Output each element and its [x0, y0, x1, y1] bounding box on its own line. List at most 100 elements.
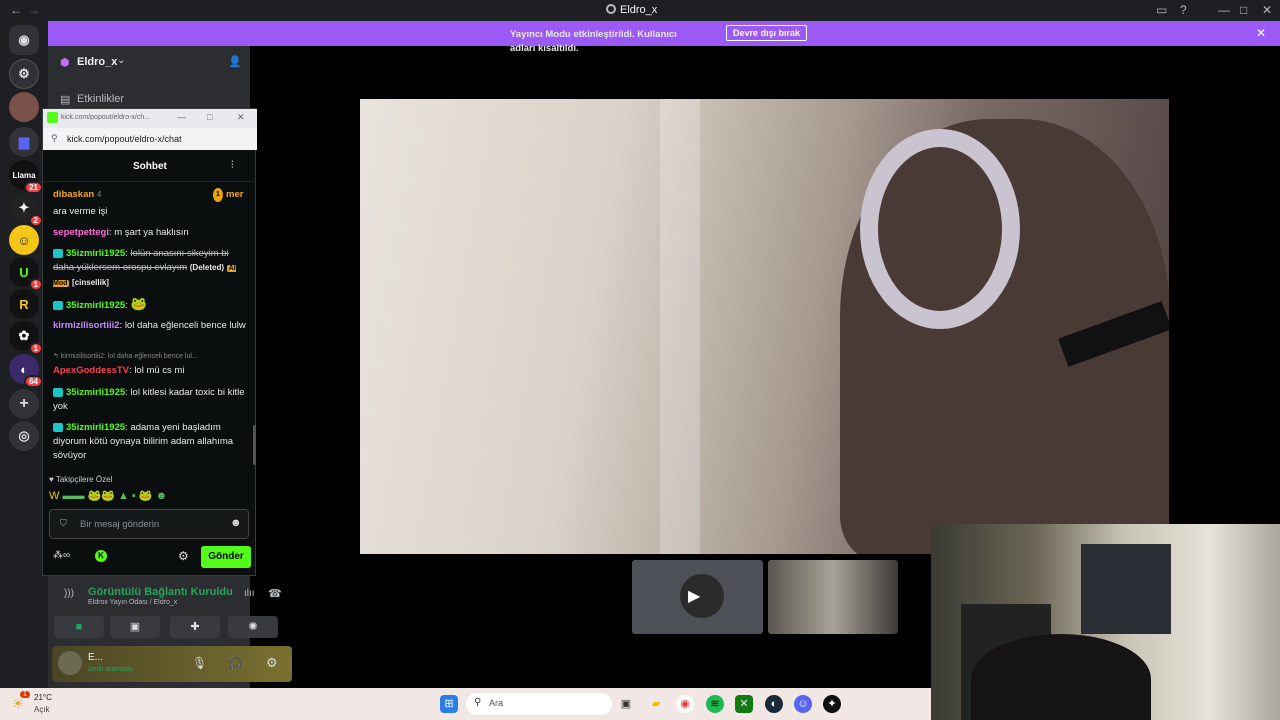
app-icon[interactable]: ✦ — [823, 695, 841, 713]
chrome-icon[interactable]: ◉ — [676, 695, 694, 713]
participant-tile-camera-off[interactable]: ▶ — [632, 560, 763, 634]
search-icon: ⚲ — [474, 697, 482, 708]
username[interactable]: E... — [88, 652, 103, 663]
voice-channel[interactable]: Eldrox Yayın Odası / Eldro_x — [88, 599, 177, 606]
windows-taskbar: ☀ 1 21°C Açık ⊞ ⚲ Ara ▣ ▰ ◉ ≋ ✕ ◐ ☺ ✦ — [0, 688, 931, 720]
chat-title: Sohbet — [133, 161, 167, 172]
user-status: Sesli aramada — [88, 666, 133, 673]
microphone-icon[interactable]: 🎙 — [192, 656, 207, 670]
back-arrow-icon[interactable]: ← — [10, 3, 22, 17]
streamer-mode-banner: Yayıncı Modu etkinleştirildi. Kullanıcı … — [48, 21, 1280, 54]
xbox-icon[interactable]: ✕ — [735, 695, 753, 713]
soundboard-button[interactable]: ✺ — [228, 616, 278, 638]
users-list-icon[interactable]: ⫶ — [231, 160, 234, 171]
server-emblem-icon: ⬢ — [60, 57, 70, 69]
server-icon-2[interactable] — [9, 92, 39, 122]
minimize-icon[interactable]: — — [1218, 3, 1230, 17]
server-name[interactable]: Eldro_x — [77, 56, 117, 68]
activities-button[interactable]: ✚ — [170, 616, 220, 638]
chat-message: ApexGoddessTV: lol mü cs mi — [53, 365, 185, 376]
camera-button[interactable]: ■ — [54, 616, 104, 638]
signal-icon[interactable]: ))) — [64, 588, 74, 599]
chat-settings-icon[interactable]: ⚙ — [178, 549, 189, 563]
chat-message: 35izmirli1925: 🐸 — [53, 297, 247, 313]
emote-bar[interactable]: W ▬▬ 🐸🐸 ▲ ▪ 🐸 ☻ — [49, 489, 249, 505]
server-icon-4[interactable]: ✦ 2 — [9, 193, 43, 227]
popup-url[interactable]: kick.com/popout/eldro-x/chat — [67, 134, 182, 144]
message-placeholder: Bir mesaj gönderin — [80, 519, 160, 530]
weather-badge: 1 — [20, 691, 30, 698]
help-icon[interactable]: ? — [1180, 3, 1187, 17]
server-icon-3[interactable]: Llama 21 — [9, 160, 43, 194]
popup-window-title: kick.com/popout/eldro-x/ch... — [61, 114, 151, 121]
taskbar-search[interactable]: ⚲ Ara — [466, 693, 612, 715]
voice-connection-panel: ))) Görüntülü Bağlantı Kuruldu Eldrox Ya… — [54, 576, 292, 646]
start-button[interactable]: ⊞ — [440, 695, 458, 713]
server-icon-9[interactable]: ◐ 64 — [9, 354, 43, 388]
spotify-icon[interactable]: ≋ — [706, 695, 724, 713]
file-explorer-icon[interactable]: ▰ — [647, 695, 665, 713]
address-bar[interactable]: ⚲ kick.com/popout/eldro-x/chat — [43, 128, 257, 150]
disconnect-icon[interactable]: ☎ — [268, 587, 282, 600]
inbox-icon[interactable]: ▭ — [1156, 3, 1167, 17]
stream-video[interactable] — [360, 99, 1169, 554]
shield-icon: ⛉ — [60, 518, 67, 528]
chat-message: 35izmirli1925: lolün anasını sikeyim bi … — [53, 248, 236, 287]
popup-maximize-icon[interactable]: □ — [207, 112, 212, 122]
chevron-down-icon[interactable]: ⌄ — [117, 55, 125, 66]
weather-icon[interactable]: ☀ — [12, 696, 24, 712]
headset-image — [860, 129, 1020, 329]
reply-context[interactable]: ↰ kirmizilisortiii2: lol daha eğlenceli … — [53, 352, 247, 362]
chat-scrollbar[interactable] — [253, 425, 256, 465]
weather-condition: Açık — [34, 705, 50, 714]
avatar[interactable] — [58, 651, 82, 675]
discord-home-icon[interactable]: ◉ — [9, 25, 39, 55]
chat-message: 35izmirli1925: adama yeni başladım diyor… — [53, 422, 234, 461]
kick-badge-icon[interactable]: K — [95, 550, 107, 562]
steam-icon[interactable]: ◐ — [765, 695, 783, 713]
site-info-icon[interactable]: ⚲ — [51, 133, 58, 144]
video-camera-icon: ▶ — [688, 588, 701, 605]
chat-message: kirmizilisortiii2: lol daha eğlenceli be… — [53, 320, 246, 331]
maximize-icon[interactable]: □ — [1240, 3, 1247, 17]
close-icon[interactable]: ✕ — [1262, 3, 1272, 17]
followers-only-label: ♥ Takipçilere Özel — [49, 475, 113, 484]
emoji-icon[interactable]: ☻ — [230, 517, 242, 529]
voice-status: Görüntülü Bağlantı Kuruldu — [88, 586, 233, 598]
participant-tile-video[interactable] — [768, 560, 898, 634]
reply-icon: ↰ — [53, 353, 61, 360]
chat-messages: dibaskan 4 1 mer ara verme işi sepetpett… — [43, 185, 257, 505]
task-view-icon[interactable]: ▣ — [617, 695, 635, 713]
server-icon-5[interactable]: ☺ — [9, 225, 39, 255]
screen-share-button[interactable]: ▣ — [110, 616, 160, 638]
popup-close-icon[interactable]: ✕ — [237, 112, 245, 123]
noise-suppression-icon[interactable]: ılıı — [244, 588, 255, 599]
add-user-icon[interactable]: 👤 — [228, 55, 242, 68]
screen-share-icon: ▣ — [129, 621, 141, 633]
close-banner-icon[interactable]: ✕ — [1256, 26, 1266, 40]
settings-gear-icon[interactable]: ⚙ — [266, 655, 278, 671]
discord-icon[interactable]: ☺ — [794, 695, 812, 713]
send-button[interactable]: Gönder — [201, 546, 251, 568]
events-link[interactable]: Etkinlikler — [77, 93, 124, 105]
chat-message: sepetpettegi: m şart ya haklısın — [53, 227, 189, 238]
points-icon[interactable]: ⁂∞ — [53, 550, 70, 561]
pinned-message: dibaskan 4 1 mer — [53, 188, 244, 202]
banner-message: Yayıncı Modu etkinleştirildi. Kullanıcı … — [510, 29, 677, 54]
add-server-icon[interactable]: + — [9, 389, 39, 419]
forward-arrow-icon[interactable]: → — [28, 3, 40, 17]
activities-icon: ✚ — [190, 621, 200, 633]
popup-minimize-icon[interactable]: — — [177, 112, 186, 122]
search-placeholder: Ara — [489, 698, 504, 708]
folder-icon[interactable]: ▆ — [9, 127, 39, 157]
server-icon-7[interactable]: R — [9, 289, 39, 319]
disable-streamer-mode-button[interactable]: Devre dışı bırak — [726, 25, 808, 41]
server-icon-eldro[interactable]: ⚙ — [9, 59, 39, 89]
headphones-icon[interactable]: 🎧 — [228, 656, 243, 670]
message-input[interactable]: ⛉ Bir mesaj gönderin ☻ — [49, 509, 249, 539]
discover-icon[interactable]: ◎ — [9, 421, 39, 451]
popup-title-bar: kick.com/popout/eldro-x/ch... — □ ✕ — [43, 109, 257, 128]
server-icon-8[interactable]: ✿ 1 — [9, 321, 43, 355]
server-icon-6[interactable]: U1 — [9, 257, 43, 291]
participant-avatar — [680, 574, 724, 618]
